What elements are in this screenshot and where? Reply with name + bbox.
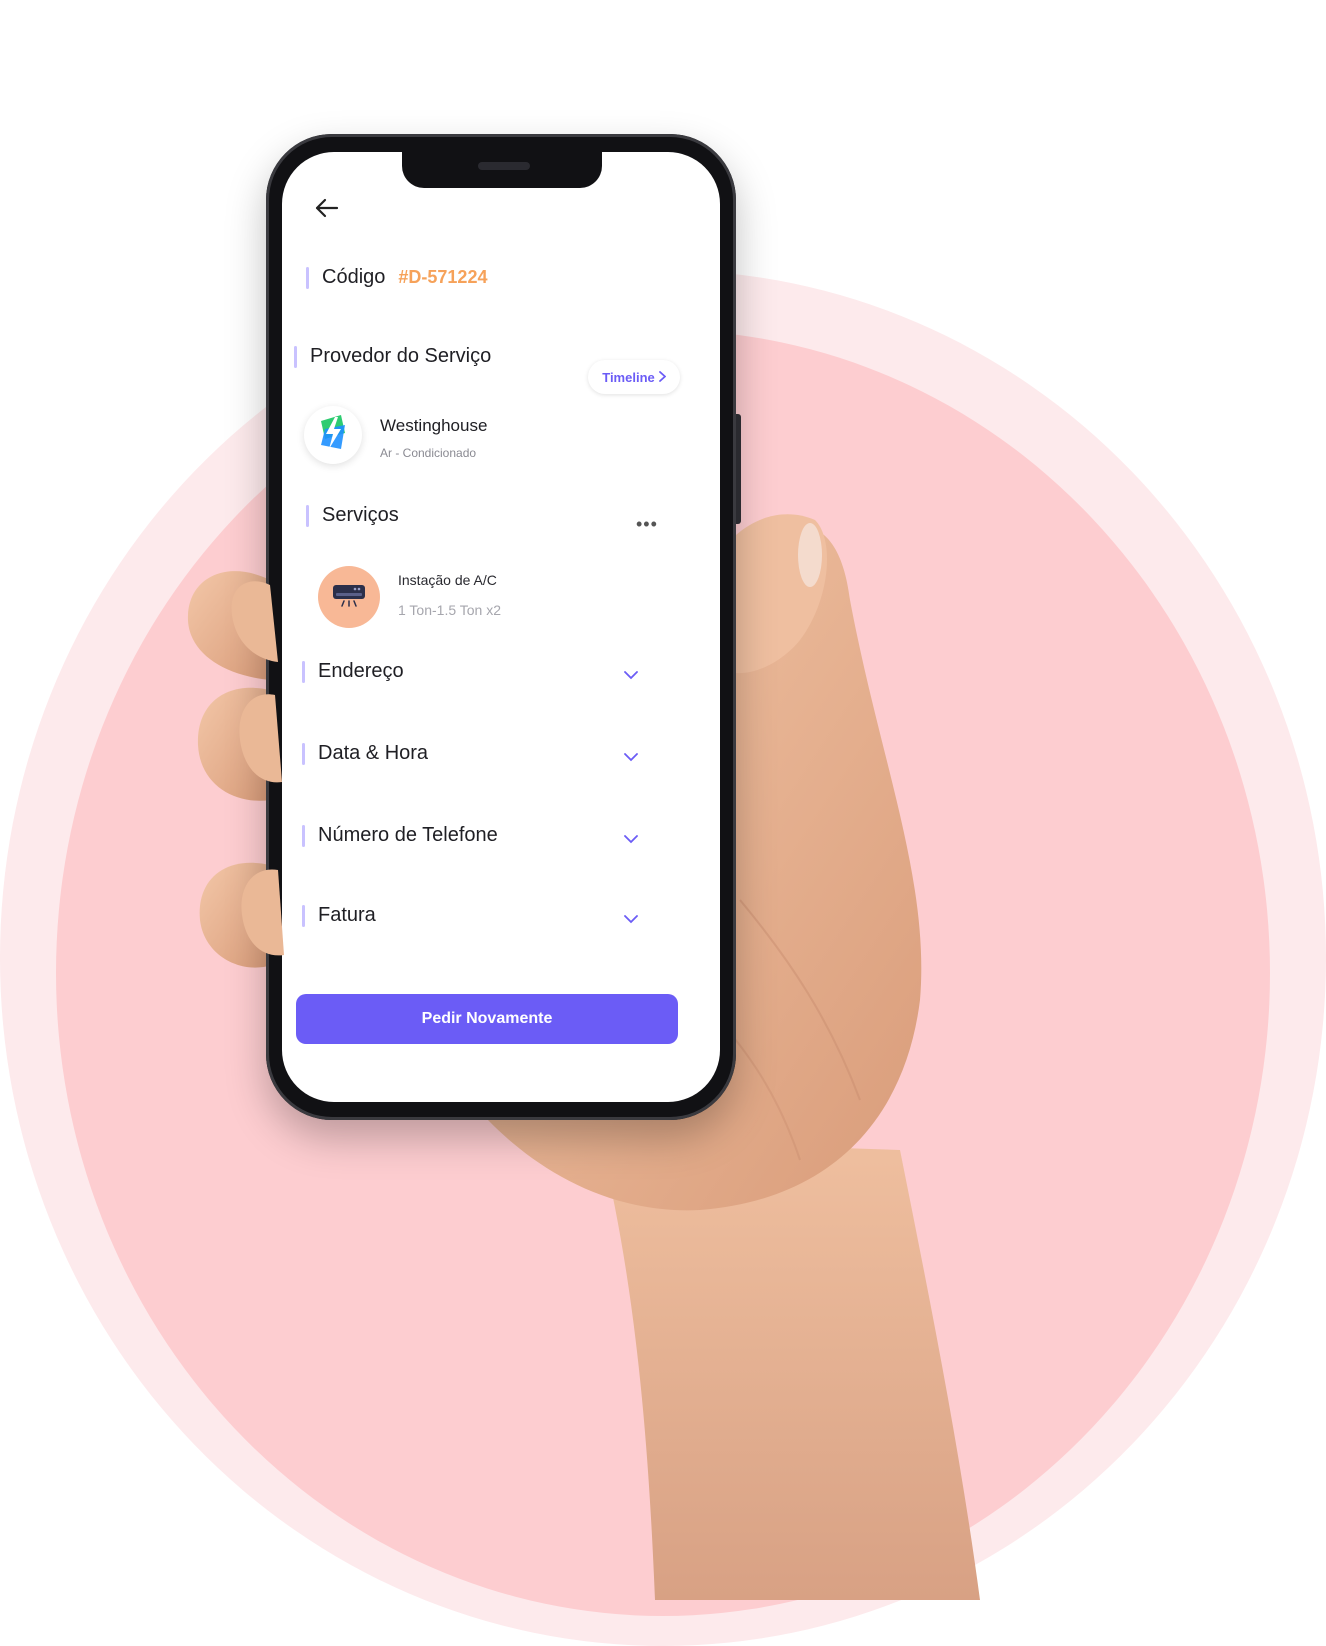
air-conditioner-icon [332, 583, 366, 612]
provider-category: Ar - Condicionado [380, 446, 477, 460]
accordion-label: Endereço [318, 660, 404, 682]
section-accent-bar [302, 824, 305, 847]
service-detail: 1 Ton-1.5 Ton x2 [398, 602, 502, 618]
accordion-address[interactable]: Endereço [282, 644, 720, 700]
accordion-title: Endereço [302, 660, 404, 683]
accordion-label: Data & Hora [318, 742, 429, 764]
order-again-button[interactable]: Pedir Novamente [296, 994, 678, 1044]
provider-section-label: Provedor do Serviço [310, 345, 492, 367]
order-code-row: Código #D-571224 [306, 266, 487, 289]
section-accent-bar [306, 504, 309, 527]
timeline-button[interactable]: Timeline [588, 360, 680, 394]
accordion-title: Fatura [302, 904, 376, 927]
accordion-label: Número de Telefone [318, 824, 498, 846]
more-dots-icon[interactable]: ••• [636, 514, 658, 535]
phone-frame: Código #D-571224 Provedor do Serviço Tim… [266, 134, 741, 1120]
accordion-label: Fatura [318, 904, 376, 926]
service-name: Instação de A/C [398, 572, 497, 588]
phone-side-button [736, 414, 741, 524]
chevron-down-icon[interactable] [620, 664, 642, 686]
order-code-label: Código [322, 266, 386, 288]
accordion-title: Número de Telefone [302, 824, 498, 847]
phone-speaker [478, 162, 530, 170]
chevron-down-icon[interactable] [620, 746, 642, 768]
services-section-title: Serviços [306, 504, 399, 527]
provider-section-title: Provedor do Serviço [294, 345, 491, 368]
back-arrow-icon[interactable] [312, 196, 342, 220]
section-accent-bar [302, 742, 305, 765]
section-accent-bar [306, 266, 309, 289]
section-accent-bar [302, 904, 305, 927]
lightning-bolt-icon [315, 413, 351, 458]
section-accent-bar [294, 345, 297, 368]
phone-screen: Código #D-571224 Provedor do Serviço Tim… [282, 152, 720, 1102]
chevron-right-icon [658, 370, 667, 385]
phone-notch [402, 152, 602, 188]
provider-name: Westinghouse [380, 416, 488, 435]
service-icon-circle [318, 566, 380, 628]
accordion-title: Data & Hora [302, 742, 428, 765]
section-accent-bar [302, 660, 305, 683]
services-section-label: Serviços [322, 504, 399, 526]
accordion-invoice[interactable]: Fatura [282, 888, 720, 944]
provider-logo [304, 406, 362, 464]
accordion-phone-number[interactable]: Número de Telefone [282, 808, 720, 864]
chevron-down-icon[interactable] [620, 908, 642, 930]
order-code-value: #D-571224 [398, 267, 488, 287]
chevron-down-icon[interactable] [620, 828, 642, 850]
accordion-date-time[interactable]: Data & Hora [282, 726, 720, 782]
timeline-label: Timeline [602, 369, 655, 385]
